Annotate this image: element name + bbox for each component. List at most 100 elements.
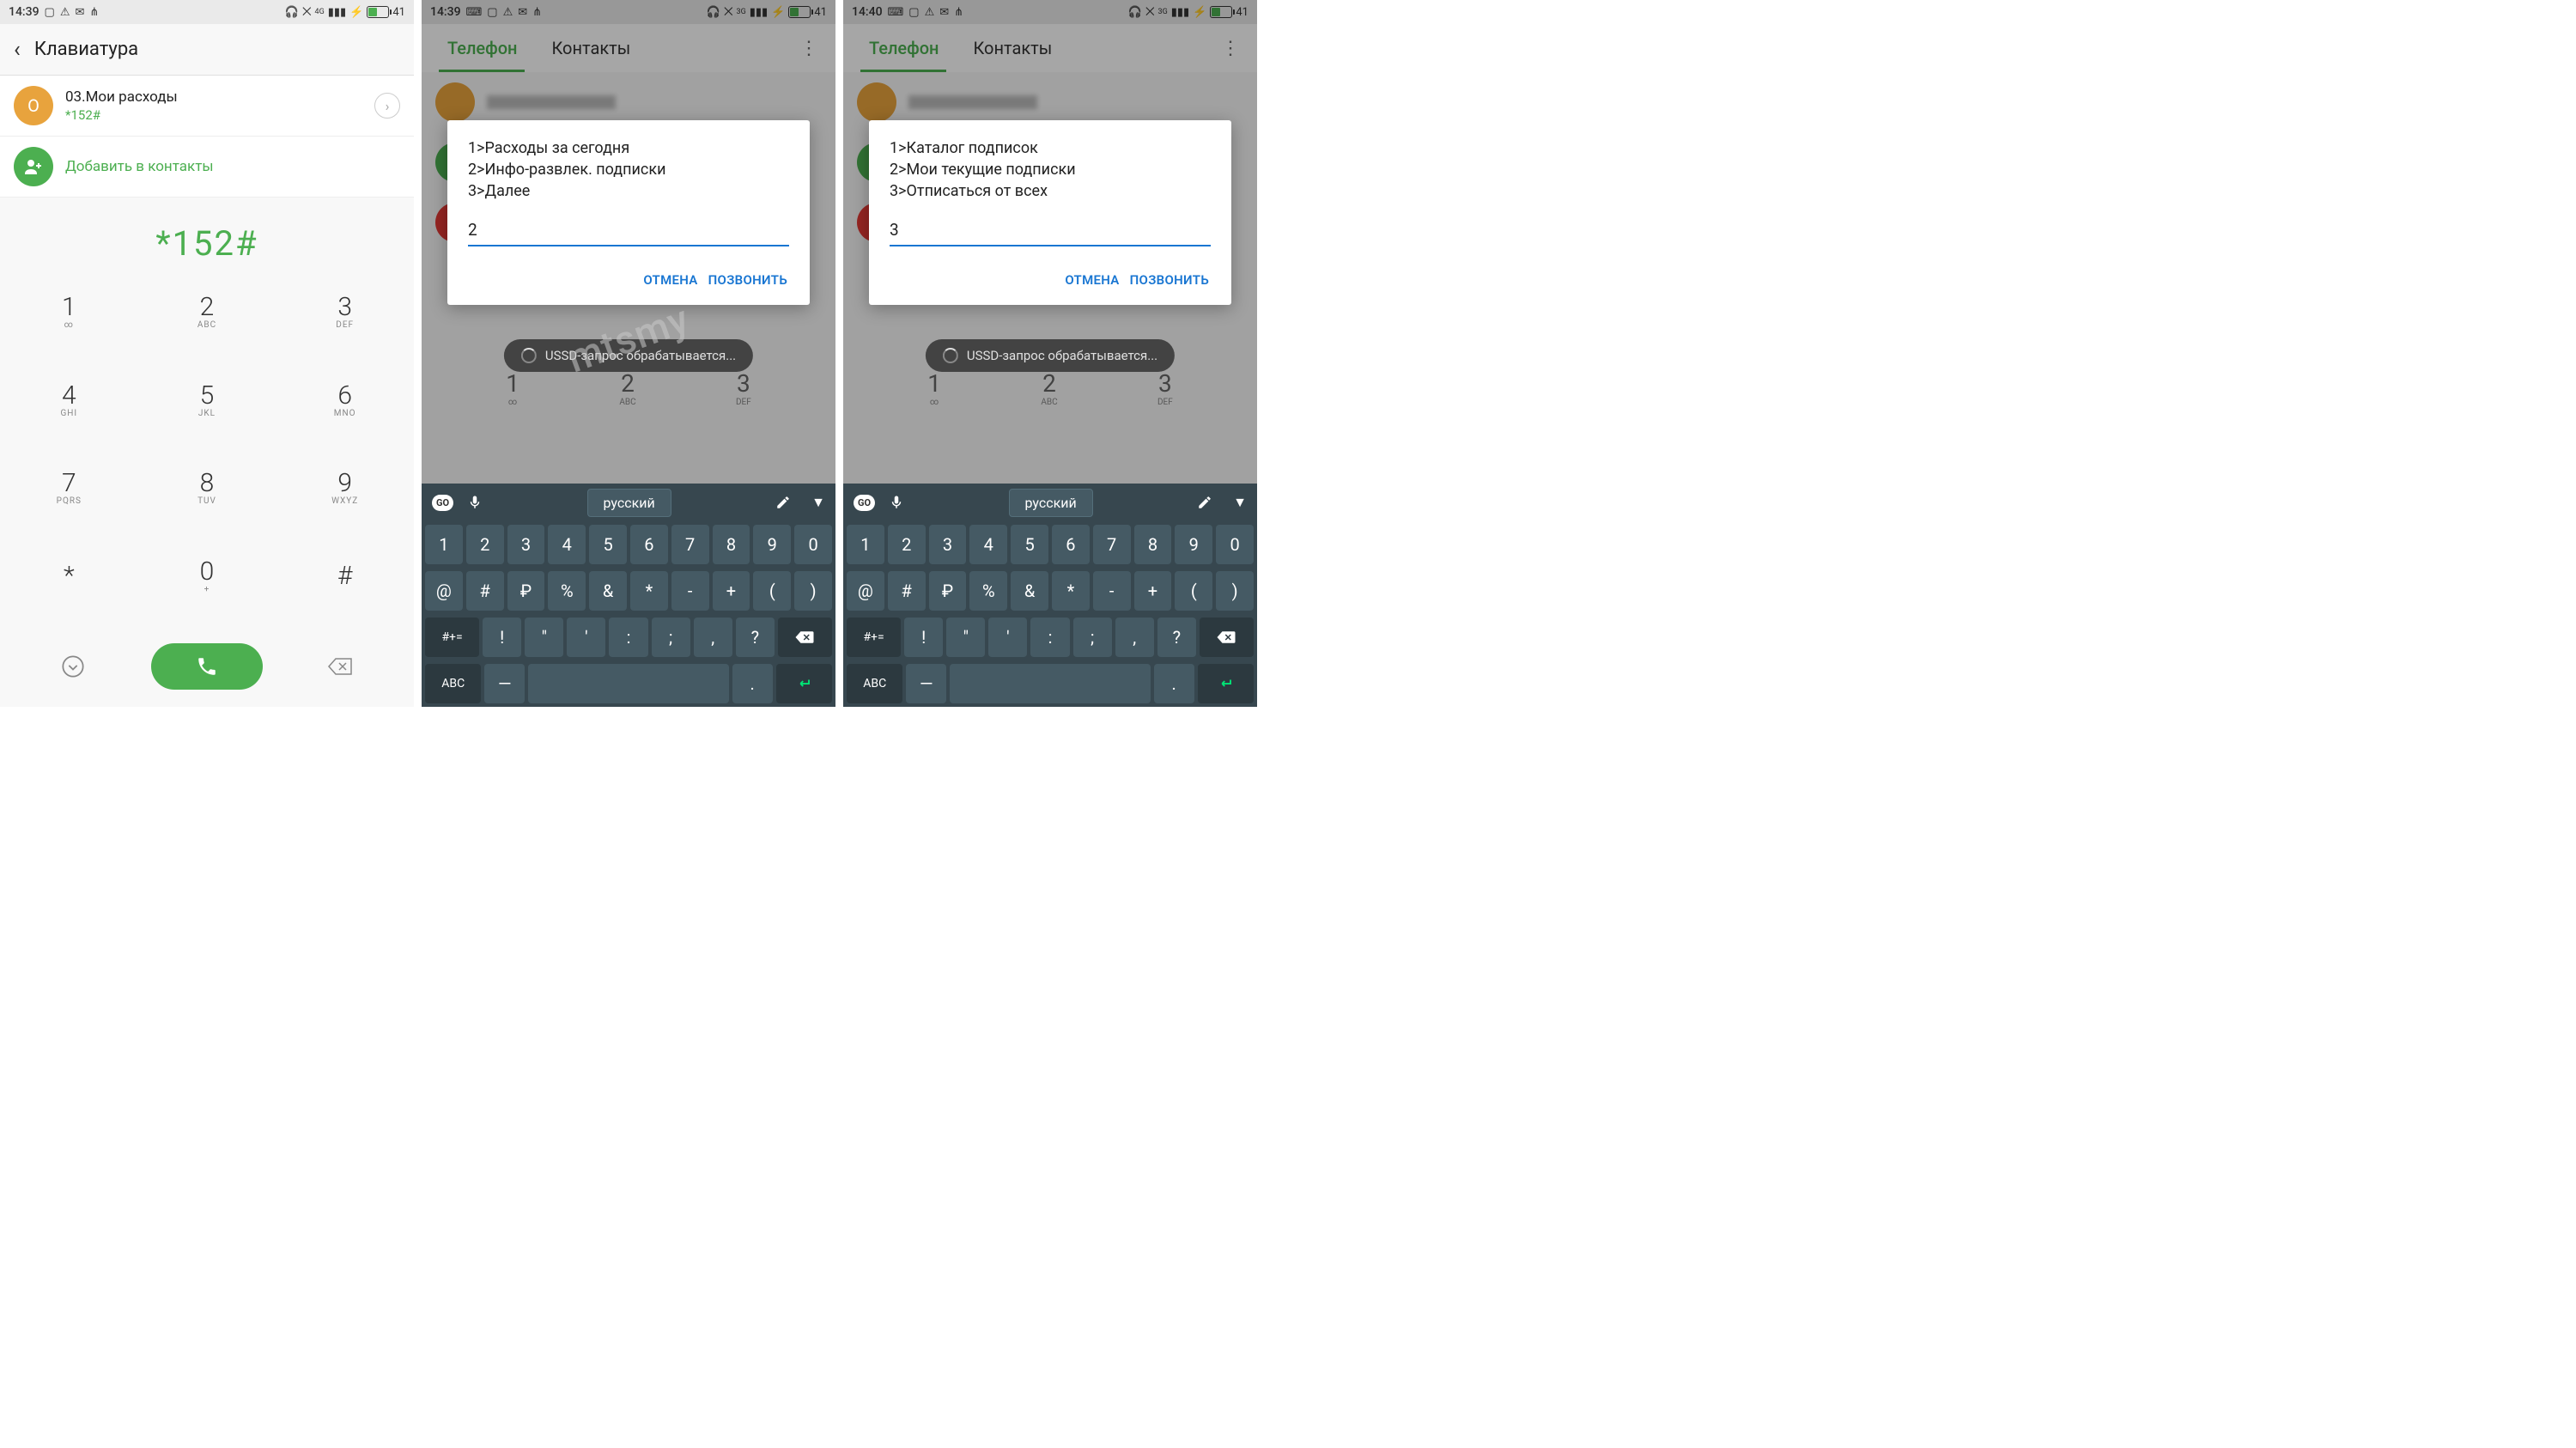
call-button[interactable] [151, 643, 263, 690]
key-sym[interactable]: % [548, 571, 586, 611]
key-punct[interactable]: ' [988, 618, 1027, 657]
key-punct[interactable]: ; [652, 618, 690, 657]
key-punct[interactable]: ? [736, 618, 775, 657]
key-punct[interactable]: : [1030, 618, 1069, 657]
key-underscore[interactable]: — [906, 664, 946, 703]
key-punct[interactable]: ! [483, 618, 521, 657]
backspace-button[interactable] [325, 651, 356, 682]
edit-icon[interactable] [1197, 495, 1212, 510]
dial-key-7[interactable]: 7PQRS [0, 457, 138, 517]
key-backspace[interactable] [1200, 618, 1254, 657]
key-sym[interactable]: * [630, 571, 668, 611]
key-punct[interactable]: ? [1157, 618, 1196, 657]
key-sym[interactable]: # [466, 571, 504, 611]
key-abc[interactable]: ABC [425, 664, 481, 703]
key-3[interactable]: 3 [507, 525, 545, 564]
key-sym[interactable]: ₽ [929, 571, 967, 611]
key-4[interactable]: 4 [969, 525, 1007, 564]
contact-detail-button[interactable]: › [374, 93, 400, 119]
contact-match-row[interactable]: O 03.Мои расходы *152# › [0, 76, 414, 137]
language-button[interactable]: русский [587, 489, 671, 517]
key-sym[interactable]: ( [753, 571, 791, 611]
key-sym[interactable]: + [713, 571, 750, 611]
key-punct[interactable]: , [694, 618, 732, 657]
key-punct[interactable]: ! [904, 618, 943, 657]
key-6[interactable]: 6 [630, 525, 668, 564]
key-sym[interactable]: @ [425, 571, 463, 611]
key-punct[interactable]: : [609, 618, 647, 657]
cancel-button[interactable]: ОТМЕНА [641, 267, 699, 293]
key-backspace[interactable] [778, 618, 832, 657]
dial-key-5[interactable]: 5JKL [138, 369, 276, 429]
key-4[interactable]: 4 [548, 525, 586, 564]
ussd-input[interactable] [468, 215, 789, 246]
key-space[interactable] [950, 664, 1151, 703]
back-button[interactable]: ‹ [14, 37, 21, 63]
key-7[interactable]: 7 [671, 525, 709, 564]
key-8[interactable]: 8 [713, 525, 750, 564]
key-9[interactable]: 9 [1175, 525, 1212, 564]
key-space[interactable] [528, 664, 729, 703]
go-button[interactable]: GO [854, 495, 875, 511]
dial-key-3[interactable]: 3DEF [276, 281, 414, 341]
key-sym[interactable]: ₽ [507, 571, 545, 611]
ussd-input[interactable] [890, 215, 1211, 246]
key-5[interactable]: 5 [589, 525, 627, 564]
key-punct[interactable]: ; [1073, 618, 1112, 657]
key-9[interactable]: 9 [753, 525, 791, 564]
key-8[interactable]: 8 [1134, 525, 1172, 564]
key-sym[interactable]: & [589, 571, 627, 611]
add-contact-row[interactable]: Добавить в контакты [0, 137, 414, 198]
cancel-button[interactable]: ОТМЕНА [1063, 267, 1121, 293]
key-abc[interactable]: ABC [847, 664, 902, 703]
key-symbols[interactable]: #+= [847, 618, 901, 657]
key-2[interactable]: 2 [888, 525, 926, 564]
key-symbols[interactable]: #+= [425, 618, 479, 657]
edit-icon[interactable] [775, 495, 791, 510]
key-sym[interactable]: * [1052, 571, 1090, 611]
dial-key-4[interactable]: 4GHI [0, 369, 138, 429]
key-sym[interactable]: # [888, 571, 926, 611]
key-sym[interactable]: + [1134, 571, 1172, 611]
key-sym[interactable]: ) [1216, 571, 1254, 611]
key-sym[interactable]: % [969, 571, 1007, 611]
dial-key-9[interactable]: 9WXYZ [276, 457, 414, 517]
go-button[interactable]: GO [432, 495, 453, 511]
collapse-button[interactable] [58, 651, 88, 682]
dial-key-8[interactable]: 8TUV [138, 457, 276, 517]
key-enter[interactable] [1198, 664, 1254, 703]
dial-key-0[interactable]: 0+ [138, 545, 276, 605]
key-5[interactable]: 5 [1011, 525, 1048, 564]
key-punct[interactable]: " [946, 618, 985, 657]
key-2[interactable]: 2 [466, 525, 504, 564]
key-punct[interactable]: " [525, 618, 563, 657]
dial-key-6[interactable]: 6MNO [276, 369, 414, 429]
collapse-icon[interactable]: ▼ [811, 494, 825, 511]
key-1[interactable]: 1 [847, 525, 884, 564]
dial-key-2[interactable]: 2ABC [138, 281, 276, 341]
dial-key-#[interactable]: # [276, 545, 414, 605]
key-sym[interactable]: @ [847, 571, 884, 611]
send-button[interactable]: ПОЗВОНИТЬ [707, 267, 789, 293]
key-dot[interactable]: . [732, 664, 773, 703]
key-3[interactable]: 3 [929, 525, 967, 564]
key-sym[interactable]: - [671, 571, 709, 611]
key-sym[interactable]: - [1093, 571, 1131, 611]
dial-key-1[interactable]: 1∞ [0, 281, 138, 341]
key-sym[interactable]: ) [794, 571, 832, 611]
key-1[interactable]: 1 [425, 525, 463, 564]
key-dot[interactable]: . [1154, 664, 1194, 703]
key-7[interactable]: 7 [1093, 525, 1131, 564]
key-punct[interactable]: , [1115, 618, 1154, 657]
key-punct[interactable]: ' [567, 618, 605, 657]
key-6[interactable]: 6 [1052, 525, 1090, 564]
dial-key-*[interactable]: * [0, 545, 138, 605]
language-button[interactable]: русский [1009, 489, 1093, 517]
key-0[interactable]: 0 [794, 525, 832, 564]
key-sym[interactable]: ( [1175, 571, 1212, 611]
mic-icon[interactable] [889, 495, 904, 510]
key-enter[interactable] [776, 664, 832, 703]
send-button[interactable]: ПОЗВОНИТЬ [1128, 267, 1211, 293]
mic-icon[interactable] [467, 495, 483, 510]
key-0[interactable]: 0 [1216, 525, 1254, 564]
